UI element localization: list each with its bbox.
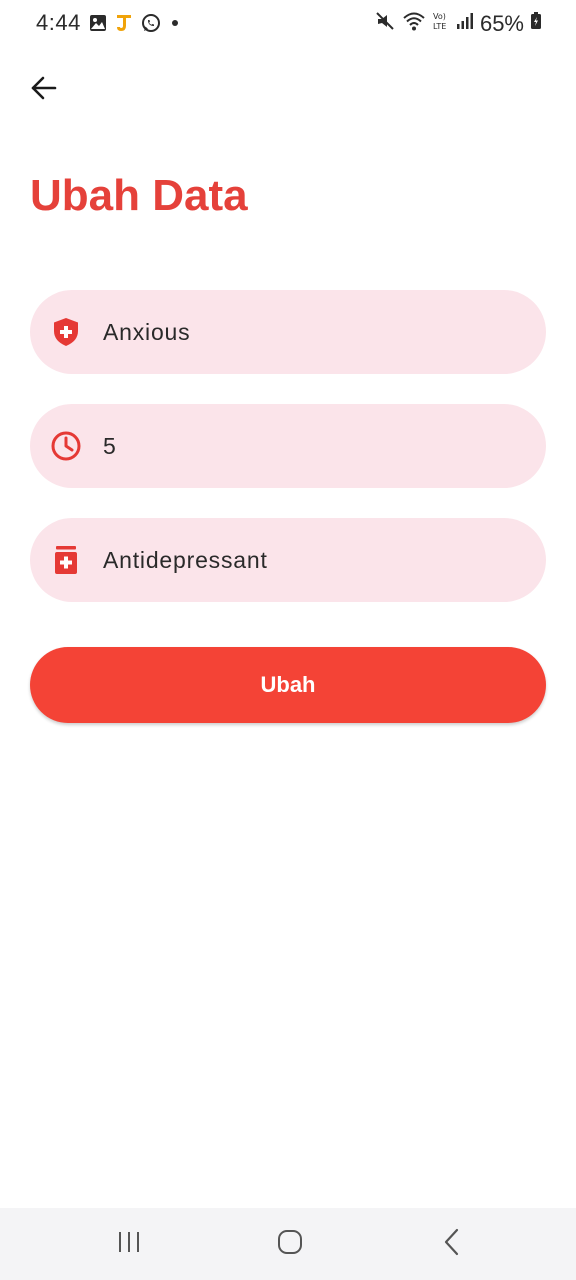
home-button[interactable] xyxy=(270,1228,310,1260)
svg-text:Vo): Vo) xyxy=(433,12,446,21)
status-bar: 4:44 Vo) LTE 65% xyxy=(0,0,576,52)
recents-button[interactable] xyxy=(109,1228,149,1260)
app-j-icon xyxy=(114,12,134,39)
system-back-button[interactable] xyxy=(432,1228,472,1260)
navigation-bar xyxy=(0,1208,576,1280)
battery-percentage: 65% xyxy=(479,10,524,36)
signal-icon xyxy=(456,11,474,36)
back-chevron-icon xyxy=(442,1228,462,1261)
medicine-bottle-icon xyxy=(50,544,82,576)
svg-text:LTE: LTE xyxy=(433,22,446,31)
duration-value: 5 xyxy=(103,432,117,459)
arrow-left-icon xyxy=(29,73,59,108)
shield-plus-icon xyxy=(50,316,82,348)
status-time: 4:44 xyxy=(36,10,81,35)
gallery-icon xyxy=(88,13,108,38)
home-icon xyxy=(277,1229,303,1260)
mute-icon xyxy=(374,10,396,37)
status-left-icons xyxy=(88,12,182,39)
battery-icon xyxy=(530,11,542,36)
medication-field[interactable]: Antidepressant xyxy=(30,518,546,602)
back-button[interactable] xyxy=(26,72,62,108)
recents-icon xyxy=(116,1230,142,1259)
condition-value: Anxious xyxy=(103,318,191,345)
duration-field[interactable]: 5 xyxy=(30,404,546,488)
whatsapp-icon xyxy=(140,12,162,39)
wifi-icon xyxy=(402,10,426,37)
submit-button[interactable]: Ubah xyxy=(30,647,546,723)
clock-icon xyxy=(50,430,82,462)
page-title: Ubah Data xyxy=(30,171,248,220)
condition-field[interactable]: Anxious xyxy=(30,290,546,374)
dot-icon xyxy=(168,16,182,35)
status-right-icons: Vo) LTE 65% xyxy=(374,10,542,37)
volte-icon: Vo) LTE xyxy=(432,10,450,37)
medication-value: Antidepressant xyxy=(103,546,268,573)
